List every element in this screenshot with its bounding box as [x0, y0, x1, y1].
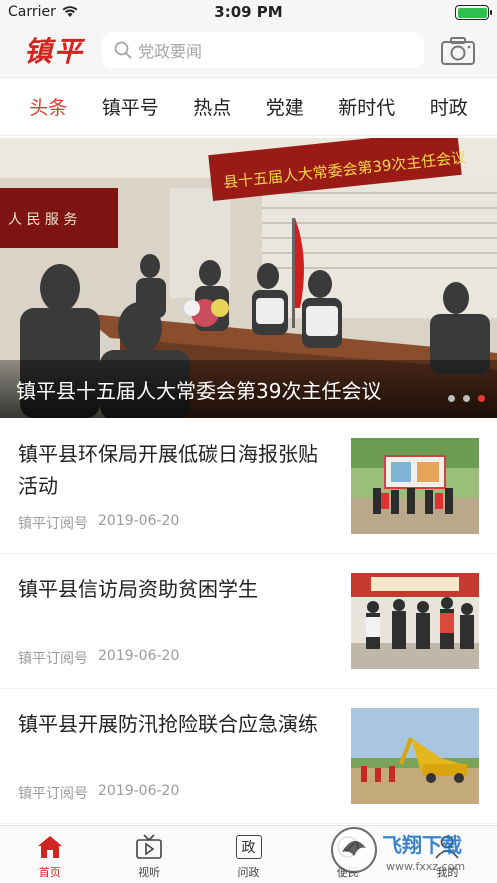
status-bar: Carrier 3:09 PM [0, 0, 497, 24]
battery-icon [455, 5, 492, 20]
battery-level [457, 7, 487, 18]
tabbar-inquiry[interactable]: 政 问政 [199, 826, 298, 883]
zheng-icon: 政 [235, 834, 263, 860]
carousel-dot-active[interactable] [478, 395, 485, 402]
tab-party[interactable]: 党建 [266, 87, 304, 126]
search-icon [114, 41, 132, 59]
tabbar-home[interactable]: 首页 [0, 826, 99, 883]
news-thumbnail [351, 708, 479, 804]
news-source: 镇平订阅号 [18, 651, 88, 667]
tv-icon [136, 834, 162, 859]
news-title: 镇平县信访局资助贫困学生 [18, 577, 258, 601]
search-placeholder: 党政要闻 [138, 42, 203, 61]
carousel-dot[interactable] [463, 395, 470, 402]
tabbar-label: 首页 [38, 866, 61, 879]
news-thumbnail [351, 438, 479, 534]
news-item[interactable]: 镇平县环保局开展低碳日海报张贴活动 镇平订阅号 2019-06-20 [0, 420, 497, 554]
banner-carousel[interactable]: 县十五届人大常委会第39次主任会议 人 民 服 务 镇平县十五届人大常委会第39… [0, 138, 497, 418]
tab-headlines[interactable]: 头条 [29, 87, 67, 126]
news-date: 2019-06-20 [98, 648, 180, 664]
tab-zhenping-hao[interactable]: 镇平号 [102, 87, 159, 126]
news-title: 镇平县开展防汛抢险联合应急演练 [18, 712, 318, 736]
news-meta: 镇平订阅号 2019-06-20 [18, 648, 179, 668]
home-icon [37, 836, 62, 858]
news-source: 镇平订阅号 [18, 786, 88, 802]
tab-hot[interactable]: 热点 [193, 87, 231, 126]
tab-new-era[interactable]: 新时代 [338, 87, 395, 126]
clock: 3:09 PM [214, 3, 283, 21]
svg-text:飞翔下载: 飞翔下载 [382, 833, 462, 857]
news-date: 2019-06-20 [98, 783, 180, 799]
tabbar-label: 视听 [138, 866, 161, 879]
app-header: 镇平 党政要闻 [0, 24, 497, 78]
search-bar[interactable]: 党政要闻 [102, 32, 424, 68]
carousel-indicator [448, 395, 485, 402]
watermark-logo: 飞翔下载 www.fxxz.com [331, 827, 465, 873]
category-tabs: 头条 镇平号 热点 党建 新时代 时政 [0, 78, 497, 136]
tabbar-video[interactable]: 视听 [99, 826, 198, 883]
zheng-glyph: 政 [235, 835, 262, 859]
carousel-dot[interactable] [448, 395, 455, 402]
tabbar-label: 问政 [237, 866, 260, 879]
news-date: 2019-06-20 [98, 513, 180, 529]
news-item[interactable]: 镇平县开展防汛抢险联合应急演练 镇平订阅号 2019-06-20 [0, 690, 497, 824]
app-logo: 镇平 [24, 35, 85, 68]
news-meta: 镇平订阅号 2019-06-20 [18, 783, 179, 803]
camera-icon[interactable] [440, 36, 476, 66]
news-thumbnail [351, 573, 479, 669]
tab-politics[interactable]: 时政 [430, 87, 468, 126]
banner-title[interactable]: 镇平县十五届人大常委会第39次主任会议 [16, 375, 446, 404]
news-title: 镇平县环保局开展低碳日海报张贴活动 [18, 442, 318, 498]
svg-text:www.fxxz.com: www.fxxz.com [386, 860, 465, 873]
banner-photo-wall-text: 人 民 服 务 [8, 212, 77, 228]
news-meta: 镇平订阅号 2019-06-20 [18, 513, 179, 533]
news-item[interactable]: 镇平县信访局资助贫困学生 镇平订阅号 2019-06-20 [0, 555, 497, 689]
news-source: 镇平订阅号 [18, 516, 88, 532]
